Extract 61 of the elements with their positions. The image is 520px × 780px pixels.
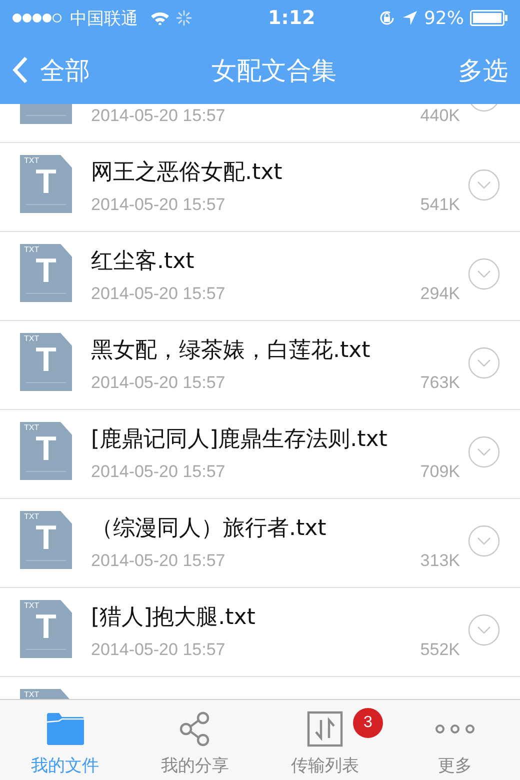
back-button[interactable]: 全部: [12, 54, 90, 86]
multi-select-button[interactable]: 多选: [458, 54, 508, 86]
file-date: 2014-05-20 15:57: [91, 640, 226, 660]
file-name: [鹿鼎记同人]鹿鼎生存法则.txt: [91, 427, 388, 452]
file-row[interactable]: TXT T [猎人]抱大腿.txt 2014-05-20 15:57 552K: [0, 588, 520, 677]
transfer-icon: [307, 711, 343, 747]
carrier-name: 中国联通: [70, 8, 138, 30]
tab-bar-item[interactable]: 更多: [390, 700, 520, 780]
battery-icon: [470, 10, 508, 26]
page-title: 女配文合集: [212, 54, 336, 86]
rotation-lock-icon: [378, 9, 396, 27]
text-file-icon: TXT T: [20, 511, 72, 569]
file-size: 440K: [420, 106, 460, 126]
file-row[interactable]: TXT T [鹿鼎记同人]鹿鼎生存法则.txt 2014-05-20 15:57 709K: [0, 410, 520, 499]
file-name: （综漫同人）旅行者.txt: [91, 516, 326, 541]
file-row[interactable]: TXT T 网王之恶俗女配.txt 2014-05-20 15:57 541K: [0, 143, 520, 232]
file-name: 黑女配，绿茶婊，白莲花.txt: [91, 338, 370, 363]
spinner-icon: [176, 10, 192, 26]
file-size: 709K: [420, 462, 460, 482]
file-date: 2014-05-20 15:57: [91, 106, 226, 126]
file-size: 763K: [420, 373, 460, 393]
file-date: 2014-05-20 15:57: [91, 195, 226, 215]
expand-chevron-icon[interactable]: [468, 347, 500, 379]
text-file-icon: TXT T: [20, 600, 72, 658]
file-row[interactable]: TXT T （综漫同人）旅行者.txt 2014-05-20 15:57 313K: [0, 499, 520, 588]
text-file-icon: TXT T: [20, 244, 72, 302]
count-badge: 3: [353, 708, 383, 738]
expand-chevron-icon[interactable]: [468, 169, 500, 201]
file-name: 网王之恶俗女配.txt: [91, 160, 282, 185]
file-date: 2014-05-20 15:57: [91, 462, 226, 482]
clock-time: 1:12: [268, 7, 316, 29]
expand-chevron-icon[interactable]: [468, 614, 500, 646]
tab-bar-item[interactable]: 3 传输列表: [260, 700, 390, 780]
text-file-icon: TXT T: [20, 333, 72, 391]
text-file-icon: TXT T: [20, 422, 72, 480]
signal-icon: [12, 13, 64, 23]
text-file-icon: TXT: [20, 689, 72, 699]
file-row[interactable]: TXT T 红尘客.txt 2014-05-20 15:57 294K: [0, 232, 520, 321]
file-size: 541K: [420, 195, 460, 215]
share-icon: [179, 711, 211, 747]
expand-chevron-icon[interactable]: [468, 436, 500, 468]
file-date: 2014-05-20 15:57: [91, 551, 226, 571]
battery-percent: 92%: [424, 8, 464, 28]
expand-chevron-icon[interactable]: [468, 258, 500, 290]
wifi-icon: [150, 11, 170, 25]
location-icon: [402, 10, 418, 26]
tab-bar-item[interactable]: 我的分享: [130, 700, 260, 780]
file-name: 红尘客.txt: [91, 249, 194, 274]
file-date: 2014-05-20 15:57: [91, 373, 226, 393]
tab-bar-item[interactable]: 我的文件: [0, 700, 130, 780]
folder-icon: [45, 712, 85, 746]
file-size: 294K: [420, 284, 460, 304]
expand-chevron-icon[interactable]: [468, 525, 500, 557]
text-file-icon: TXT T: [20, 155, 72, 213]
back-chevron-icon: [12, 56, 28, 84]
file-size: 552K: [420, 640, 460, 660]
file-date: 2014-05-20 15:57: [91, 284, 226, 304]
more-icon: [435, 724, 475, 734]
file-size: 313K: [420, 551, 460, 571]
file-row[interactable]: TXT T 黑女配，绿茶婊，白莲花.txt 2014-05-20 15:57 763K: [0, 321, 520, 410]
file-name: [猎人]抱大腿.txt: [91, 605, 256, 630]
